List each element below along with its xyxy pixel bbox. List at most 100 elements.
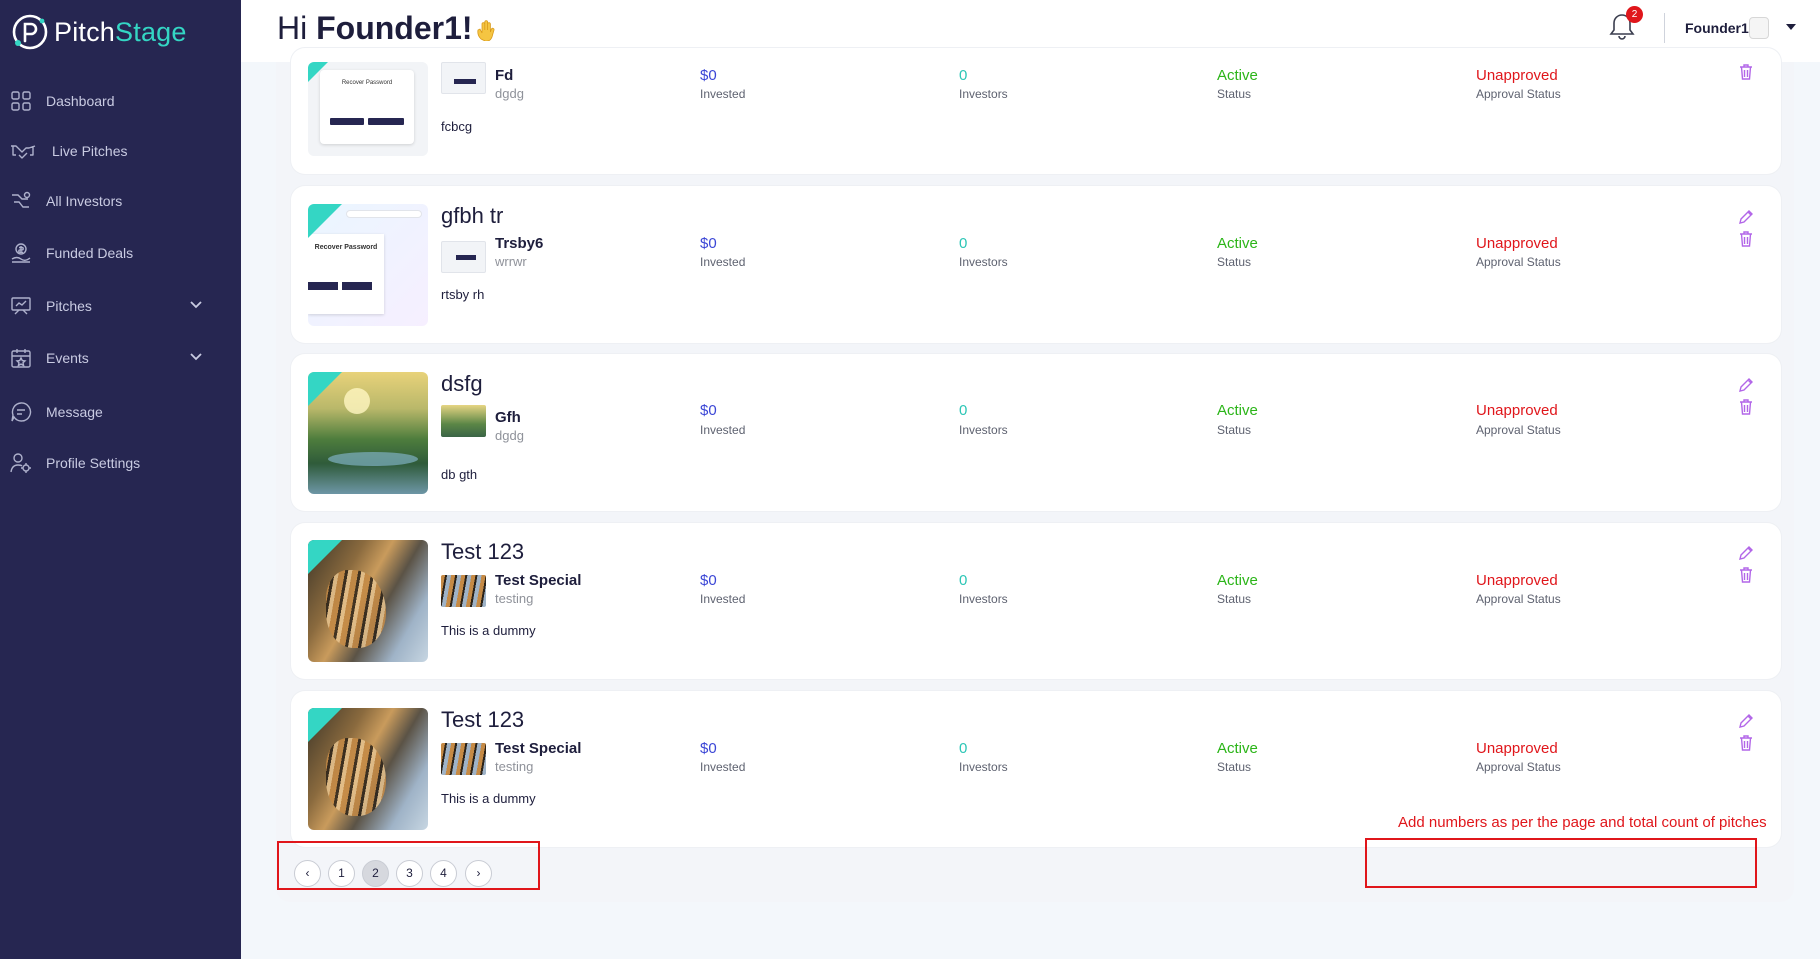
sidebar: PitchStage Dashboard Live Pitches All In…	[0, 0, 241, 959]
delete-icon[interactable]	[1737, 63, 1755, 81]
message-icon	[11, 402, 32, 422]
company-logo	[441, 575, 486, 607]
investors-value: 0	[959, 402, 968, 419]
status-label: Status	[1217, 592, 1252, 606]
invested-value: $0	[700, 572, 717, 589]
pitch-description: This is a dummy	[441, 623, 536, 638]
approval-status-value: Unapproved	[1476, 402, 1558, 419]
pitch-card[interactable]: Recover Password gfbh tr Trsby6 wrrwr rt…	[291, 186, 1781, 343]
sidebar-item-all-investors[interactable]: All Investors	[0, 181, 241, 221]
company-name: Test Special	[495, 572, 582, 589]
company-logo	[441, 241, 486, 273]
dashboard-icon	[11, 91, 31, 111]
company-logo	[441, 62, 486, 94]
header-divider	[1664, 13, 1665, 43]
status-value: Active	[1217, 67, 1258, 84]
sidebar-item-pitches[interactable]: Pitches	[0, 286, 241, 326]
user-menu-caret-icon[interactable]	[1786, 24, 1796, 30]
status-label: Status	[1217, 760, 1252, 774]
invested-value: $0	[700, 740, 717, 757]
annotation-box-count	[1365, 838, 1757, 888]
events-icon	[11, 349, 31, 368]
pitch-thumbnail: Recover Password	[308, 204, 428, 326]
user-name[interactable]: Founder1	[1685, 20, 1749, 36]
status-value: Active	[1217, 740, 1258, 757]
delete-icon[interactable]	[1737, 734, 1755, 752]
pitchstage-logo-icon	[12, 14, 48, 50]
sidebar-item-live-pitches[interactable]: Live Pitches	[0, 131, 241, 171]
pitch-description: fcbcg	[441, 119, 473, 134]
approval-status-label: Approval Status	[1476, 760, 1561, 774]
edit-icon[interactable]	[1737, 712, 1755, 730]
company-logo	[441, 405, 486, 437]
brand-logo[interactable]: PitchStage	[10, 12, 187, 52]
status-label: Status	[1217, 423, 1252, 437]
investors-label: Investors	[959, 760, 1008, 774]
sidebar-item-label: Events	[46, 350, 89, 366]
investors-value: 0	[959, 740, 968, 757]
investors-label: Investors	[959, 592, 1008, 606]
pitch-title: Test 123	[441, 539, 525, 564]
invested-value: $0	[700, 67, 717, 84]
sidebar-item-funded-deals[interactable]: Funded Deals	[0, 233, 241, 273]
sidebar-item-message[interactable]: Message	[0, 392, 241, 432]
pitch-card[interactable]: Recover Password Fd dgdg fcbcg $0 Invest…	[291, 48, 1781, 174]
invested-label: Invested	[700, 255, 746, 269]
edit-icon[interactable]	[1737, 544, 1755, 562]
investors-value: 0	[959, 67, 968, 84]
invested-label: Invested	[700, 592, 746, 606]
sidebar-item-profile-settings[interactable]: Profile Settings	[0, 443, 241, 483]
delete-icon[interactable]	[1737, 566, 1755, 584]
pitch-title: Test 123	[441, 707, 525, 732]
delete-icon[interactable]	[1737, 230, 1755, 248]
status-label: Status	[1217, 87, 1252, 101]
pitch-thumbnail	[308, 372, 428, 494]
invested-value: $0	[700, 402, 717, 419]
brand-name: PitchStage	[54, 17, 187, 48]
company-subtitle: dgdg	[495, 86, 524, 101]
investors-value: 0	[959, 235, 968, 252]
sidebar-item-label: Message	[46, 404, 103, 420]
profile-settings-icon	[10, 453, 31, 473]
pitch-card[interactable]: dsfg Gfh dgdg db gth $0 Invested 0 Inves…	[291, 354, 1781, 511]
pitch-thumbnail	[308, 708, 428, 830]
sidebar-item-dashboard[interactable]: Dashboard	[0, 81, 241, 121]
company-subtitle: dgdg	[495, 428, 524, 443]
sidebar-item-events[interactable]: Events	[0, 338, 241, 378]
investors-label: Investors	[959, 423, 1008, 437]
brand-name-stage: Stage	[115, 16, 187, 47]
investors-label: Investors	[959, 87, 1008, 101]
chevron-down-icon	[190, 301, 202, 309]
avatar[interactable]	[1749, 17, 1769, 39]
investors-icon	[12, 191, 31, 208]
sidebar-item-label: Live Pitches	[52, 143, 128, 159]
pitch-card[interactable]: Test 123 Test Special testing This is a …	[291, 523, 1781, 679]
delete-icon[interactable]	[1737, 398, 1755, 416]
company-name: Gfh	[495, 409, 521, 426]
pitch-thumbnail	[308, 540, 428, 662]
pitches-icon	[11, 297, 31, 315]
thumb-caption: Recover Password	[314, 244, 378, 251]
pitch-description: db gth	[441, 467, 478, 482]
company-subtitle: testing	[495, 591, 534, 606]
company-name: Test Special	[495, 740, 582, 757]
sidebar-item-label: Dashboard	[46, 93, 115, 109]
approval-status-value: Unapproved	[1476, 67, 1558, 84]
edit-icon[interactable]	[1737, 376, 1755, 394]
sidebar-item-label: Funded Deals	[46, 245, 134, 261]
thumb-caption: Recover Password	[341, 80, 393, 86]
approval-status-value: Unapproved	[1476, 572, 1558, 589]
company-subtitle: testing	[495, 759, 534, 774]
invested-label: Invested	[700, 423, 746, 437]
investors-label: Investors	[959, 255, 1008, 269]
pitch-title: dsfg	[441, 371, 483, 396]
pitch-description: This is a dummy	[441, 791, 536, 806]
brand-name-pitch: Pitch	[54, 16, 116, 47]
annotation-box-pagination	[277, 841, 540, 890]
notification-count-badge: 2	[1626, 6, 1643, 23]
status-value: Active	[1217, 402, 1258, 419]
edit-icon[interactable]	[1737, 208, 1755, 226]
greeting-hi: Hi	[277, 10, 308, 46]
approval-status-label: Approval Status	[1476, 255, 1561, 269]
sidebar-item-label: All Investors	[46, 193, 123, 209]
